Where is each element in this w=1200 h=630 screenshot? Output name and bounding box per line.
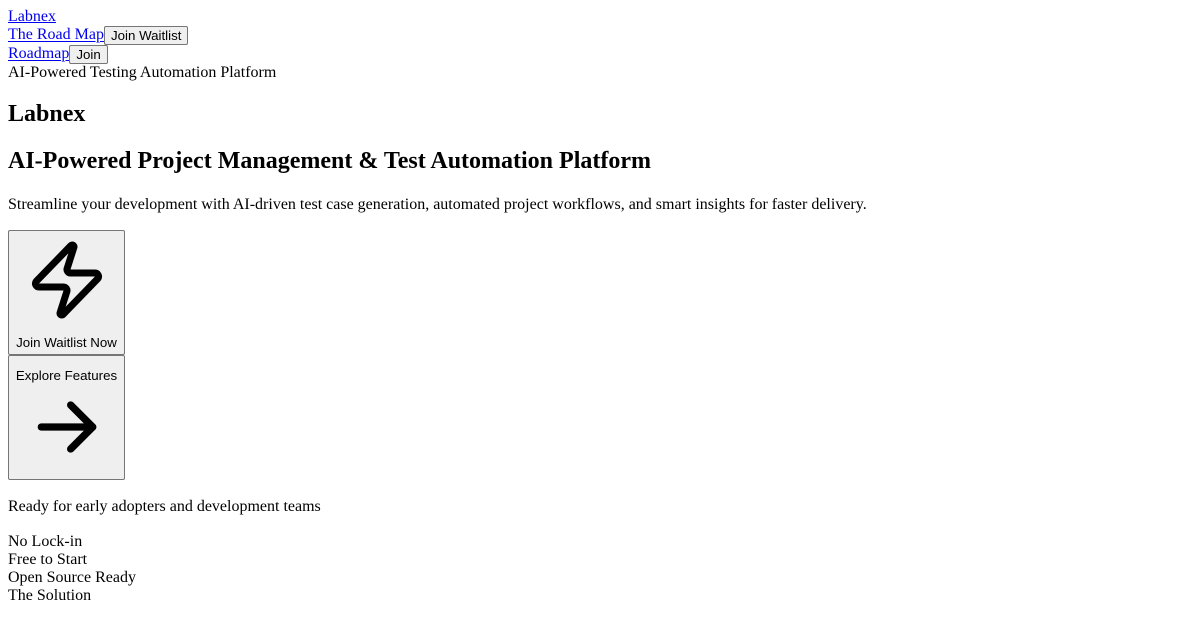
roadmap-link[interactable]: The Road Map: [8, 27, 104, 44]
hero-section: AI-Powered Testing Automation Platform L…: [8, 64, 1192, 604]
brand-link[interactable]: Labnex: [8, 8, 1192, 26]
feature-item: Open Source Ready: [8, 568, 136, 586]
brand-heading: Labnex: [8, 100, 86, 127]
feature-item: The Solution: [8, 586, 92, 604]
nav-row-mobile: Roadmap Join: [8, 45, 1192, 65]
feature-list: No Lock-in Free to Start Open Source Rea…: [8, 533, 1192, 605]
top-nav: Labnex The Road Map Join Waitlist Roadmap…: [8, 8, 1192, 65]
hero-tagline: AI-Powered Testing Automation Platform: [8, 64, 277, 82]
explore-features-button[interactable]: Explore Features: [8, 355, 125, 481]
ready-text: Ready for early adopters and development…: [8, 498, 321, 516]
page-title: AI-Powered Project Management & Test Aut…: [8, 148, 651, 175]
join-waitlist-now-button[interactable]: Join Waitlist Now: [8, 230, 125, 356]
explore-features-label: Explore Features: [15, 367, 118, 383]
join-waitlist-now-label: Join Waitlist Now: [16, 335, 117, 351]
roadmap-short-link[interactable]: Roadmap: [8, 46, 69, 63]
page: Labnex The Road Map Join Waitlist Roadmap…: [0, 0, 1200, 630]
feature-item: Free to Start: [8, 550, 88, 568]
nav-row-desktop: The Road Map Join Waitlist: [8, 26, 1192, 46]
join-button[interactable]: Join: [69, 45, 108, 65]
cta-group: Join Waitlist Now Explore Features: [8, 230, 1192, 481]
hero-subtitle: Streamline your development with AI-driv…: [8, 195, 867, 213]
feature-item: No Lock-in: [8, 532, 83, 550]
arrow-right-icon: [9, 383, 124, 471]
lightning-bolt-icon: [9, 235, 124, 325]
join-waitlist-button[interactable]: Join Waitlist: [103, 26, 189, 46]
